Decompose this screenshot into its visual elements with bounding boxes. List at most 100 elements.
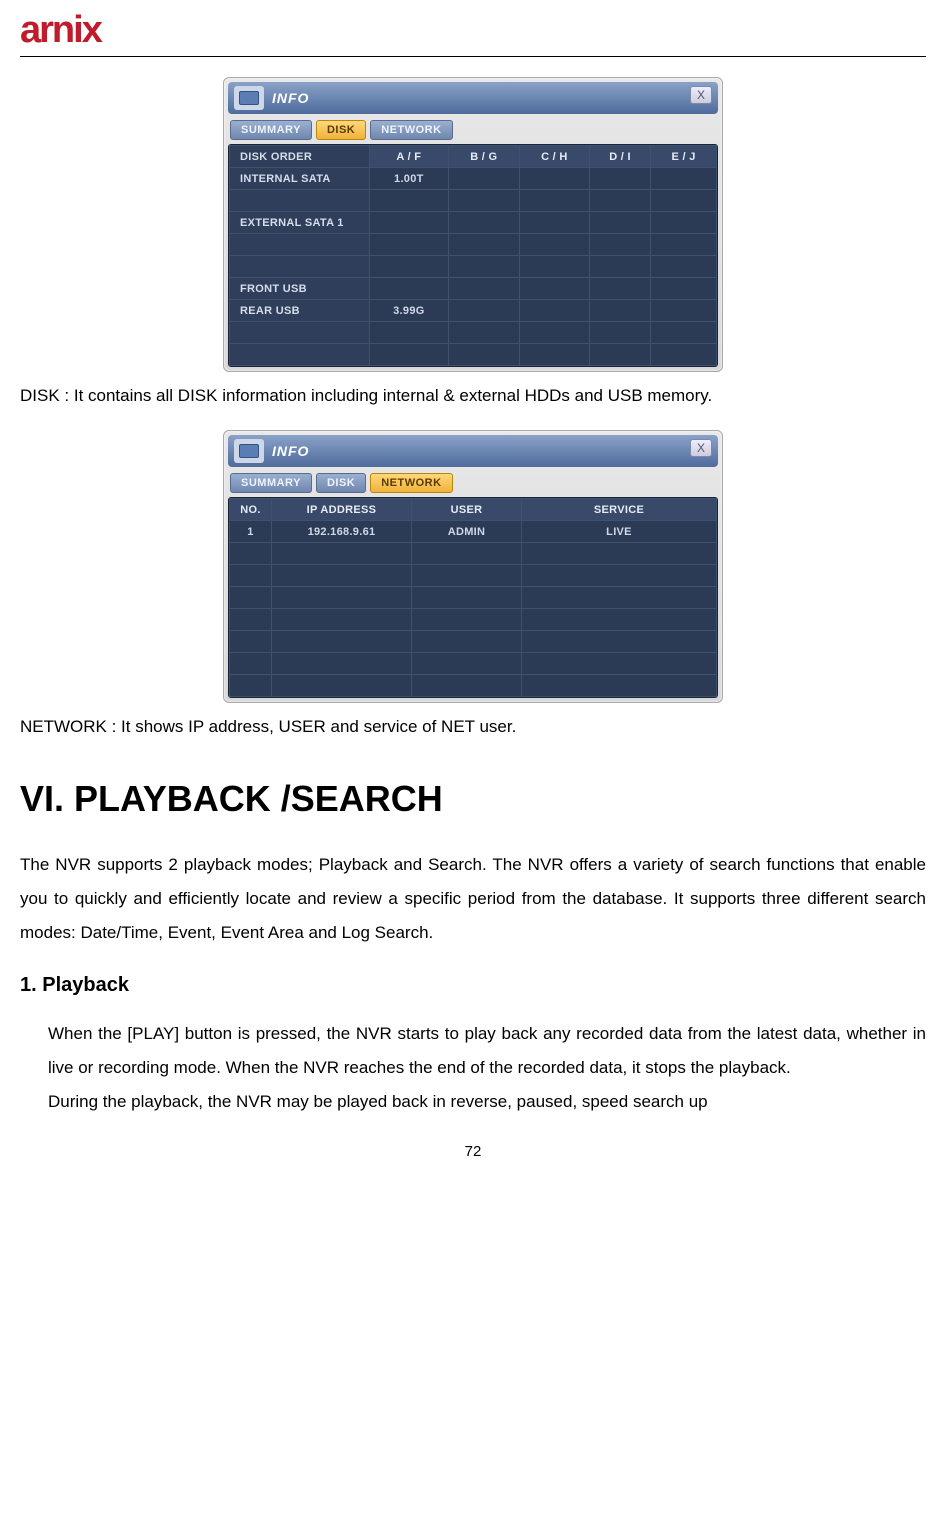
table-row [230,256,717,278]
row-label: REAR USB [230,300,370,322]
tab-summary[interactable]: SUMMARY [230,120,312,140]
cell [230,631,272,653]
table-row [230,609,717,631]
subsection-heading: 1. Playback [20,974,926,997]
cell [519,322,589,344]
cell [370,234,449,256]
cell [448,300,519,322]
cell [412,653,522,675]
table-row [230,543,717,565]
subsection-body-1: When the [PLAY] button is pressed, the N… [48,1017,926,1085]
table-row [230,587,717,609]
table-row [230,344,717,366]
cell [651,256,717,278]
col-ip: IP ADDRESS [272,499,412,521]
cell [522,587,717,609]
close-icon: X [697,441,705,455]
col-no: NO. [230,499,272,521]
page-header: arnix [20,0,926,57]
cell [522,631,717,653]
cell [589,344,650,366]
close-button[interactable]: X [690,86,712,104]
tab-row: SUMMARY DISK NETWORK [228,116,718,144]
disk-table: DISK ORDER A / F B / G C / H D / I E / J… [228,144,718,367]
cell [522,543,717,565]
cell: LIVE [522,521,717,543]
col-service: SERVICE [522,499,717,521]
cell: 192.168.9.61 [272,521,412,543]
cell [651,278,717,300]
close-button[interactable]: X [690,439,712,457]
col-bg: B / G [448,146,519,168]
cell [272,609,412,631]
page-number: 72 [20,1143,926,1160]
cell [272,631,412,653]
tab-disk[interactable]: DISK [316,473,366,493]
cell [519,300,589,322]
tab-disk[interactable]: DISK [316,120,366,140]
cell [448,168,519,190]
row-label [230,344,370,366]
cell [651,234,717,256]
computer-icon [234,439,264,463]
info-window-network: INFO X SUMMARY DISK NETWORK NO. IP ADDRE… [223,430,723,703]
cell [412,587,522,609]
cell [448,212,519,234]
cell: 1.00T [370,168,449,190]
row-label [230,322,370,344]
section-body: The NVR supports 2 playback modes; Playb… [20,848,926,950]
row-label: FRONT USB [230,278,370,300]
table-row [230,234,717,256]
cell [448,234,519,256]
cell [272,653,412,675]
cell [522,653,717,675]
cell [230,653,272,675]
table-row [230,190,717,212]
row-label: EXTERNAL SATA 1 [230,212,370,234]
cell [651,344,717,366]
cell [448,344,519,366]
table-row [230,675,717,697]
cell [370,212,449,234]
row-label [230,234,370,256]
subsection-body-2: During the playback, the NVR may be play… [48,1085,926,1119]
cell [519,344,589,366]
disk-caption: DISK : It contains all DISK information … [20,380,926,412]
table-header-row: NO. IP ADDRESS USER SERVICE [230,499,717,521]
cell: ADMIN [412,521,522,543]
cell [272,565,412,587]
cell [519,234,589,256]
cell [272,587,412,609]
cell: 3.99G [370,300,449,322]
cell [589,278,650,300]
table-row: FRONT USB [230,278,717,300]
cell [651,300,717,322]
section-heading: VI. PLAYBACK /SEARCH [20,778,926,820]
cell [589,212,650,234]
cell [412,543,522,565]
info-titlebar: INFO X [228,435,718,467]
tab-network[interactable]: NETWORK [370,473,452,493]
network-table: NO. IP ADDRESS USER SERVICE 1192.168.9.6… [228,497,718,698]
cell [589,256,650,278]
cell [272,543,412,565]
cell [589,190,650,212]
cell [412,675,522,697]
cell: 1 [230,521,272,543]
info-title: INFO [272,443,309,459]
col-disk-order: DISK ORDER [230,146,370,168]
cell [519,278,589,300]
info-titlebar: INFO X [228,82,718,114]
cell [651,212,717,234]
cell [522,609,717,631]
cell [412,565,522,587]
cell [370,278,449,300]
cell [519,212,589,234]
cell [651,168,717,190]
table-row [230,322,717,344]
cell [589,234,650,256]
table-row [230,653,717,675]
tab-summary[interactable]: SUMMARY [230,473,312,493]
col-di: D / I [589,146,650,168]
tab-network[interactable]: NETWORK [370,120,452,140]
